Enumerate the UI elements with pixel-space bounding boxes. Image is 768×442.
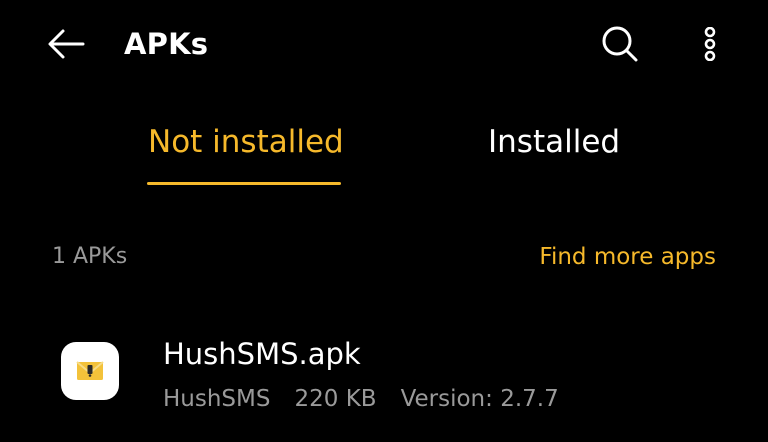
search-button[interactable]: [596, 22, 644, 66]
apk-count: 1 APKs: [52, 244, 128, 269]
hushsms-app-icon: [61, 342, 119, 400]
more-vert-icon: [704, 27, 716, 61]
tab-selected-indicator: [147, 182, 341, 185]
apk-file-name: HushSMS.apk: [163, 337, 361, 371]
tab-bar: Not installed Installed: [0, 110, 768, 190]
apk-details: HushSMS 220 KB Version: 2.7.7: [163, 384, 559, 414]
tab-not-installed[interactable]: Not installed: [148, 122, 344, 162]
back-button[interactable]: [44, 24, 88, 64]
page-title: APKs: [124, 27, 209, 61]
search-icon: [602, 26, 638, 62]
tab-installed[interactable]: Installed: [488, 122, 620, 162]
arrow-left-icon: [48, 29, 85, 59]
apk-version: Version: 2.7.7: [400, 386, 559, 412]
app-bar: APKs: [0, 0, 768, 88]
more-options-button[interactable]: [690, 22, 730, 66]
apk-size: 220 KB: [294, 386, 377, 412]
list-item[interactable]: HushSMS.apk HushSMS 220 KB Version: 2.7.7: [0, 320, 768, 430]
apk-list-header: 1 APKs Find more apps: [0, 236, 768, 280]
apk-app-label: HushSMS: [163, 386, 271, 412]
find-more-apps-link[interactable]: Find more apps: [539, 242, 716, 272]
